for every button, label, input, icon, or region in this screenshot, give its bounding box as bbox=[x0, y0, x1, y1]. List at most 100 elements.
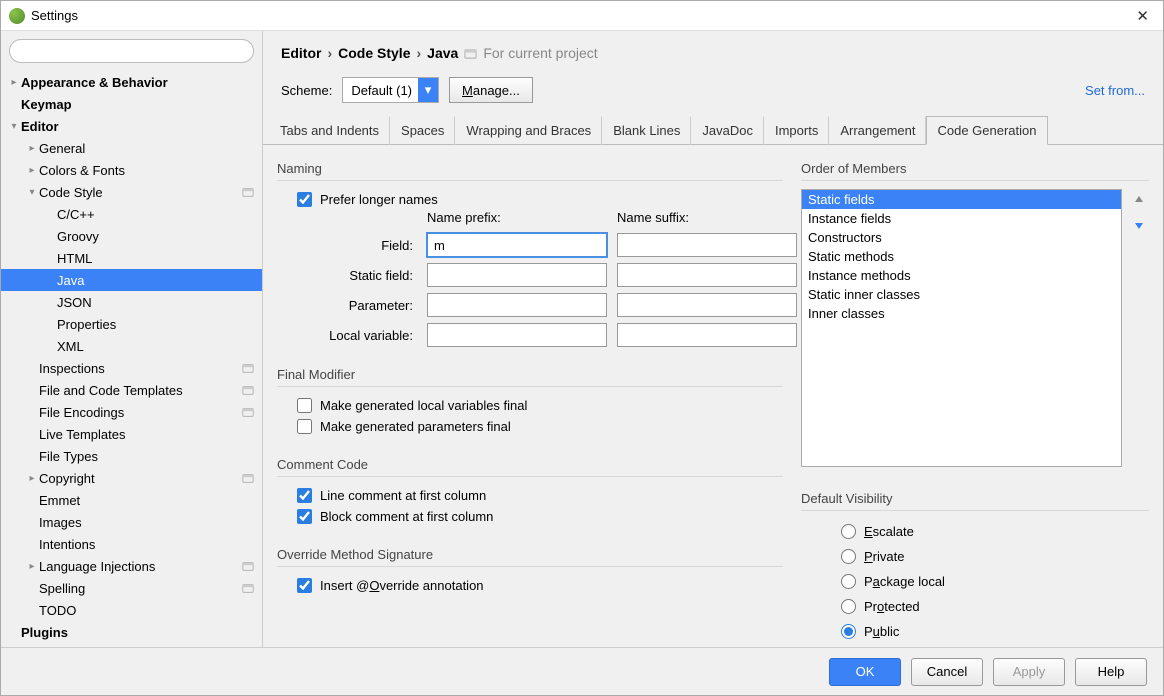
sidebar-item-html[interactable]: HTML bbox=[1, 247, 262, 269]
sidebar-item-appearance-behavior[interactable]: ▸Appearance & Behavior bbox=[1, 71, 262, 93]
visibility-radio[interactable] bbox=[841, 624, 856, 639]
sidebar-item-label: Java bbox=[57, 273, 84, 288]
visibility-label[interactable]: Protected bbox=[864, 599, 920, 614]
naming-prefix-input[interactable] bbox=[427, 263, 607, 287]
visibility-radio[interactable] bbox=[841, 574, 856, 589]
visibility-label[interactable]: Escalate bbox=[864, 524, 914, 539]
sidebar-item-code-style[interactable]: ▾Code Style bbox=[1, 181, 262, 203]
visibility-radio[interactable] bbox=[841, 599, 856, 614]
settings-tree: ▸Appearance & BehaviorKeymap▾Editor▸Gene… bbox=[1, 71, 262, 647]
list-item[interactable]: Constructors bbox=[802, 228, 1121, 247]
sidebar-item-file-and-code-templates[interactable]: File and Code Templates bbox=[1, 379, 262, 401]
sidebar-item-label: XML bbox=[57, 339, 84, 354]
sidebar-item-json[interactable]: JSON bbox=[1, 291, 262, 313]
list-item[interactable]: Static fields bbox=[802, 190, 1121, 209]
project-scope-icon bbox=[242, 384, 254, 396]
section-final-modifier: Final Modifier bbox=[277, 361, 783, 387]
tab-imports[interactable]: Imports bbox=[764, 116, 829, 145]
window-title: Settings bbox=[31, 8, 78, 23]
naming-suffix-input[interactable] bbox=[617, 323, 797, 347]
sidebar-item-keymap[interactable]: Keymap bbox=[1, 93, 262, 115]
manage-button[interactable]: Manage... bbox=[449, 77, 533, 103]
final-params-label[interactable]: Make generated parameters final bbox=[320, 419, 511, 434]
naming-prefix-input[interactable] bbox=[427, 293, 607, 317]
scheme-dropdown[interactable]: Default (1) ▾ bbox=[342, 77, 439, 103]
sidebar-item-copyright[interactable]: ▸Copyright bbox=[1, 467, 262, 489]
naming-suffix-input[interactable] bbox=[617, 233, 797, 257]
sidebar-item-todo[interactable]: TODO bbox=[1, 599, 262, 621]
project-scope-icon bbox=[242, 472, 254, 484]
list-item[interactable]: Static inner classes bbox=[802, 285, 1121, 304]
order-members-list[interactable]: Static fieldsInstance fieldsConstructors… bbox=[801, 189, 1122, 467]
sidebar-item-general[interactable]: ▸General bbox=[1, 137, 262, 159]
move-up-button[interactable] bbox=[1128, 189, 1149, 210]
block-comment-label[interactable]: Block comment at first column bbox=[320, 509, 493, 524]
cancel-button[interactable]: Cancel bbox=[911, 658, 983, 686]
insert-override-label[interactable]: Insert @Override annotation bbox=[320, 578, 484, 593]
sidebar-item-colors-fonts[interactable]: ▸Colors & Fonts bbox=[1, 159, 262, 181]
final-local-vars-checkbox[interactable] bbox=[297, 398, 312, 413]
insert-override-checkbox[interactable] bbox=[297, 578, 312, 593]
prefer-longer-checkbox[interactable] bbox=[297, 192, 312, 207]
naming-suffix-input[interactable] bbox=[617, 263, 797, 287]
sidebar-item-intentions[interactable]: Intentions bbox=[1, 533, 262, 555]
sidebar-item-spelling[interactable]: Spelling bbox=[1, 577, 262, 599]
sidebar-item-label: Properties bbox=[57, 317, 116, 332]
ok-button[interactable]: OK bbox=[829, 658, 901, 686]
tab-code-generation[interactable]: Code Generation bbox=[926, 116, 1047, 145]
tab-tabs-and-indents[interactable]: Tabs and Indents bbox=[269, 116, 390, 145]
naming-suffix-input[interactable] bbox=[617, 293, 797, 317]
sidebar-item-editor[interactable]: ▾Editor bbox=[1, 115, 262, 137]
sidebar-item-label: Emmet bbox=[39, 493, 80, 508]
sidebar-item-c-c-[interactable]: C/C++ bbox=[1, 203, 262, 225]
tab-wrapping-and-braces[interactable]: Wrapping and Braces bbox=[455, 116, 602, 145]
tab-javadoc[interactable]: JavaDoc bbox=[691, 116, 764, 145]
final-local-vars-label[interactable]: Make generated local variables final bbox=[320, 398, 527, 413]
block-comment-checkbox[interactable] bbox=[297, 509, 312, 524]
move-down-button[interactable] bbox=[1128, 214, 1149, 235]
sidebar-item-plugins[interactable]: Plugins bbox=[1, 621, 262, 643]
set-from-link[interactable]: Set from... bbox=[1085, 83, 1145, 98]
visibility-label[interactable]: Package local bbox=[864, 574, 945, 589]
sidebar-item-groovy[interactable]: Groovy bbox=[1, 225, 262, 247]
sidebar-item-file-encodings[interactable]: File Encodings bbox=[1, 401, 262, 423]
list-item[interactable]: Instance methods bbox=[802, 266, 1121, 285]
line-comment-checkbox[interactable] bbox=[297, 488, 312, 503]
tab-blank-lines[interactable]: Blank Lines bbox=[602, 116, 691, 145]
sidebar-item-label: Intentions bbox=[39, 537, 95, 552]
sidebar-item-label: TODO bbox=[39, 603, 76, 618]
prefer-longer-label[interactable]: Prefer longer names bbox=[320, 192, 438, 207]
visibility-label[interactable]: Private bbox=[864, 549, 904, 564]
tab-spaces[interactable]: Spaces bbox=[390, 116, 455, 145]
naming-prefix-input[interactable] bbox=[427, 323, 607, 347]
sidebar-item-properties[interactable]: Properties bbox=[1, 313, 262, 335]
list-item[interactable]: Static methods bbox=[802, 247, 1121, 266]
sidebar-item-label: Copyright bbox=[39, 471, 95, 486]
help-button[interactable]: Help bbox=[1075, 658, 1147, 686]
sidebar-item-images[interactable]: Images bbox=[1, 511, 262, 533]
visibility-radio[interactable] bbox=[841, 524, 856, 539]
sidebar-item-language-injections[interactable]: ▸Language Injections bbox=[1, 555, 262, 577]
apply-button[interactable]: Apply bbox=[993, 658, 1065, 686]
final-params-checkbox[interactable] bbox=[297, 419, 312, 434]
sidebar-item-java[interactable]: Java bbox=[1, 269, 262, 291]
close-icon[interactable]: ✕ bbox=[1130, 7, 1155, 25]
list-item[interactable]: Instance fields bbox=[802, 209, 1121, 228]
sidebar-item-xml[interactable]: XML bbox=[1, 335, 262, 357]
sidebar-item-label: C/C++ bbox=[57, 207, 95, 222]
app-icon bbox=[9, 8, 25, 24]
visibility-label[interactable]: Public bbox=[864, 624, 899, 639]
list-item[interactable]: Inner classes bbox=[802, 304, 1121, 323]
sidebar-item-inspections[interactable]: Inspections bbox=[1, 357, 262, 379]
naming-prefix-header: Name prefix: bbox=[427, 210, 607, 227]
sidebar-item-live-templates[interactable]: Live Templates bbox=[1, 423, 262, 445]
tab-arrangement[interactable]: Arrangement bbox=[829, 116, 926, 145]
sidebar-item-emmet[interactable]: Emmet bbox=[1, 489, 262, 511]
naming-row-label: Parameter: bbox=[297, 298, 417, 313]
sidebar-item-file-types[interactable]: File Types bbox=[1, 445, 262, 467]
search-input[interactable] bbox=[9, 39, 254, 63]
line-comment-label[interactable]: Line comment at first column bbox=[320, 488, 486, 503]
sidebar-item-label: General bbox=[39, 141, 85, 156]
visibility-radio[interactable] bbox=[841, 549, 856, 564]
naming-prefix-input[interactable] bbox=[427, 233, 607, 257]
